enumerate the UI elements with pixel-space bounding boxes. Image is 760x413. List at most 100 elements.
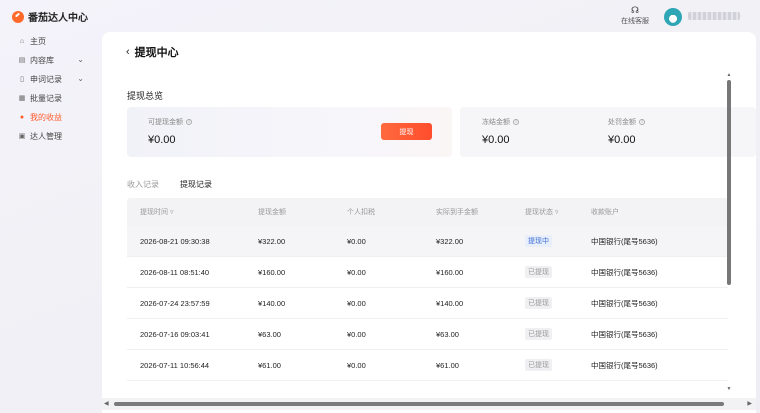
column-header: 提现金额 [258, 209, 286, 216]
tab-income-records[interactable]: 收入记录 [127, 179, 159, 190]
frozen-value: ¥0.00 [482, 134, 510, 146]
support-button[interactable]: ☊ 在线客服 [620, 5, 650, 26]
scroll-down-icon[interactable]: ▼ [726, 386, 732, 392]
penalty-label: 处罚金额 [608, 119, 636, 126]
content-icon: ▤ [18, 56, 26, 64]
vertical-scrollbar[interactable]: ▲ ▼ [726, 72, 732, 392]
amount-cell: ¥61.00 [258, 360, 281, 370]
column-header[interactable]: 提现时间 ▿ [127, 207, 245, 217]
column-label: 提现状态 [525, 209, 553, 216]
sidebar-item-content[interactable]: ▤ 内容库 ⌄ [0, 51, 100, 70]
filter-icon[interactable]: ▿ [555, 209, 559, 216]
column-header[interactable]: 提现状态 ▿ [512, 207, 583, 217]
column-header: 个人扣税 [347, 209, 375, 216]
scroll-right-icon[interactable]: ▶ [747, 400, 752, 407]
record-tabs: 收入记录 提现记录 [127, 179, 212, 190]
table-row[interactable]: 2026-07-24 23:57:59 ¥140.00 ¥0.00 ¥140.0… [127, 288, 728, 319]
sidebar-item-label: 申词记录 [30, 75, 62, 84]
sidebar-item-label: 达人管理 [30, 132, 62, 141]
tax-cell: ¥0.00 [347, 360, 366, 370]
logo-icon [12, 10, 24, 23]
page-header: ‹ 提现中心 [126, 44, 179, 60]
status-badge: 提现中 [525, 235, 552, 247]
user-card-icon: ▣ [18, 132, 26, 140]
scroll-left-icon[interactable]: ◀ [104, 400, 109, 407]
actual-cell: ¥61.00 [436, 360, 459, 370]
headset-icon: ☊ [631, 5, 639, 15]
available-label: 可提现金额 [148, 119, 183, 126]
status-badge: 已提现 [525, 266, 552, 278]
status-cell: 已提现 [512, 328, 583, 340]
main-panel: ‹ 提现中心 提现总览 可提现金额 i ¥0.00 提现 冻结金额 i ¥0.0… [102, 32, 756, 413]
time-cell: 2026-07-24 23:57:59 [140, 298, 210, 308]
account-cell: 中国银行(尾号5636) [591, 329, 658, 339]
account-cell: 中国银行(尾号5636) [591, 360, 658, 370]
amount-cell: ¥63.00 [258, 329, 281, 339]
vertical-scroll-thumb[interactable] [727, 80, 731, 285]
support-label: 在线客服 [621, 18, 649, 25]
chevron-down-icon: ⌄ [77, 55, 84, 64]
actual-cell: ¥322.00 [436, 236, 464, 246]
account-cell: 中国银行(尾号5636) [591, 236, 658, 246]
grid-icon: ▦ [18, 94, 26, 102]
app-title: 番茄达人中心 [28, 13, 88, 24]
table-row[interactable]: 2026-08-21 09:30:38 ¥322.00 ¥0.00 ¥322.0… [127, 226, 728, 257]
time-cell: 2026-07-16 09:03:41 [140, 329, 210, 339]
sidebar-item-label: 批量记录 [30, 94, 62, 103]
filter-icon[interactable]: ▿ [170, 209, 174, 216]
table-row[interactable]: 2026-07-16 09:03:41 ¥63.00 ¥0.00 ¥63.00 … [127, 319, 728, 350]
chevron-down-icon: ⌄ [77, 74, 84, 83]
tax-cell: ¥0.00 [347, 298, 366, 308]
amount-cell: ¥322.00 [258, 236, 286, 246]
avatar[interactable] [664, 8, 682, 26]
account-cell: 中国银行(尾号5636) [591, 267, 658, 277]
scroll-up-icon[interactable]: ▲ [726, 72, 732, 78]
penalty-value: ¥0.00 [608, 134, 636, 146]
overview-title: 提现总览 [127, 91, 164, 101]
account-cell: 中国银行(尾号5636) [591, 298, 658, 308]
withdraw-button[interactable]: 提现 [381, 123, 432, 140]
actual-cell: ¥63.00 [436, 329, 459, 339]
actual-cell: ¥160.00 [436, 267, 464, 277]
status-badge: 已提现 [525, 359, 552, 371]
sidebar-item-earnings[interactable]: ● 我的收益 [0, 108, 100, 127]
status-cell: 已提现 [512, 297, 583, 309]
available-balance-card: 可提现金额 i ¥0.00 提现 [127, 107, 452, 157]
horizontal-scrollbar[interactable]: ◀ ▶ [102, 398, 756, 410]
sidebar-item-label: 主页 [30, 37, 46, 46]
tax-cell: ¥0.00 [347, 267, 366, 277]
status-badge: 已提现 [525, 328, 552, 340]
column-label: 提现时间 [140, 209, 168, 216]
app-logo[interactable]: 番茄达人中心 [12, 9, 88, 24]
info-icon[interactable]: i [513, 119, 519, 125]
table-row[interactable]: 2026-08-11 08:51:40 ¥160.00 ¥0.00 ¥160.0… [127, 257, 728, 288]
tab-withdraw-records[interactable]: 提现记录 [180, 179, 212, 190]
sidebar-item-label: 内容库 [30, 56, 54, 65]
sidebar-item-records[interactable]: ▯ 申词记录 ⌄ [0, 70, 100, 89]
frozen-balance-card: 冻结金额 i ¥0.00 [460, 107, 600, 157]
tax-cell: ¥0.00 [347, 329, 366, 339]
back-arrow-icon[interactable]: ‹ [126, 46, 130, 58]
info-icon[interactable]: i [639, 119, 645, 125]
available-label-wrap: 可提现金额 i [148, 117, 192, 127]
sidebar: ⌂ 主页 ▤ 内容库 ⌄ ▯ 申词记录 ⌄ ▦ 批量记录 ● 我的收益 ▣ 达人… [0, 32, 100, 146]
table-header: 提现时间 ▿ 提现金额 个人扣税 实际到手金额 提现状态 ▿ 收款账户 [127, 198, 728, 226]
sidebar-item-label: 我的收益 [30, 113, 62, 122]
status-cell: 已提现 [512, 266, 583, 278]
home-icon: ⌂ [19, 37, 25, 45]
tax-cell: ¥0.00 [347, 236, 366, 246]
penalty-label-wrap: 处罚金额 i [608, 117, 645, 127]
table-row[interactable]: 2026-07-11 10:56:44 ¥61.00 ¥0.00 ¥61.00 … [127, 350, 728, 381]
sidebar-item-batch[interactable]: ▦ 批量记录 [0, 89, 100, 108]
document-icon: ▯ [20, 75, 24, 83]
sidebar-item-talent[interactable]: ▣ 达人管理 [0, 127, 100, 146]
withdraw-table: 提现时间 ▿ 提现金额 个人扣税 实际到手金额 提现状态 ▿ 收款账户 2026… [127, 198, 728, 381]
info-icon[interactable]: i [186, 119, 192, 125]
top-bar: 番茄达人中心 ☊ 在线客服 [0, 0, 760, 32]
time-cell: 2026-08-11 08:51:40 [140, 267, 210, 277]
sidebar-item-home[interactable]: ⌂ 主页 [0, 32, 100, 51]
time-cell: 2026-07-11 10:56:44 [140, 360, 210, 370]
actual-cell: ¥140.00 [436, 298, 464, 308]
username-blurred [688, 12, 740, 20]
horizontal-scroll-thumb[interactable] [114, 402, 724, 406]
